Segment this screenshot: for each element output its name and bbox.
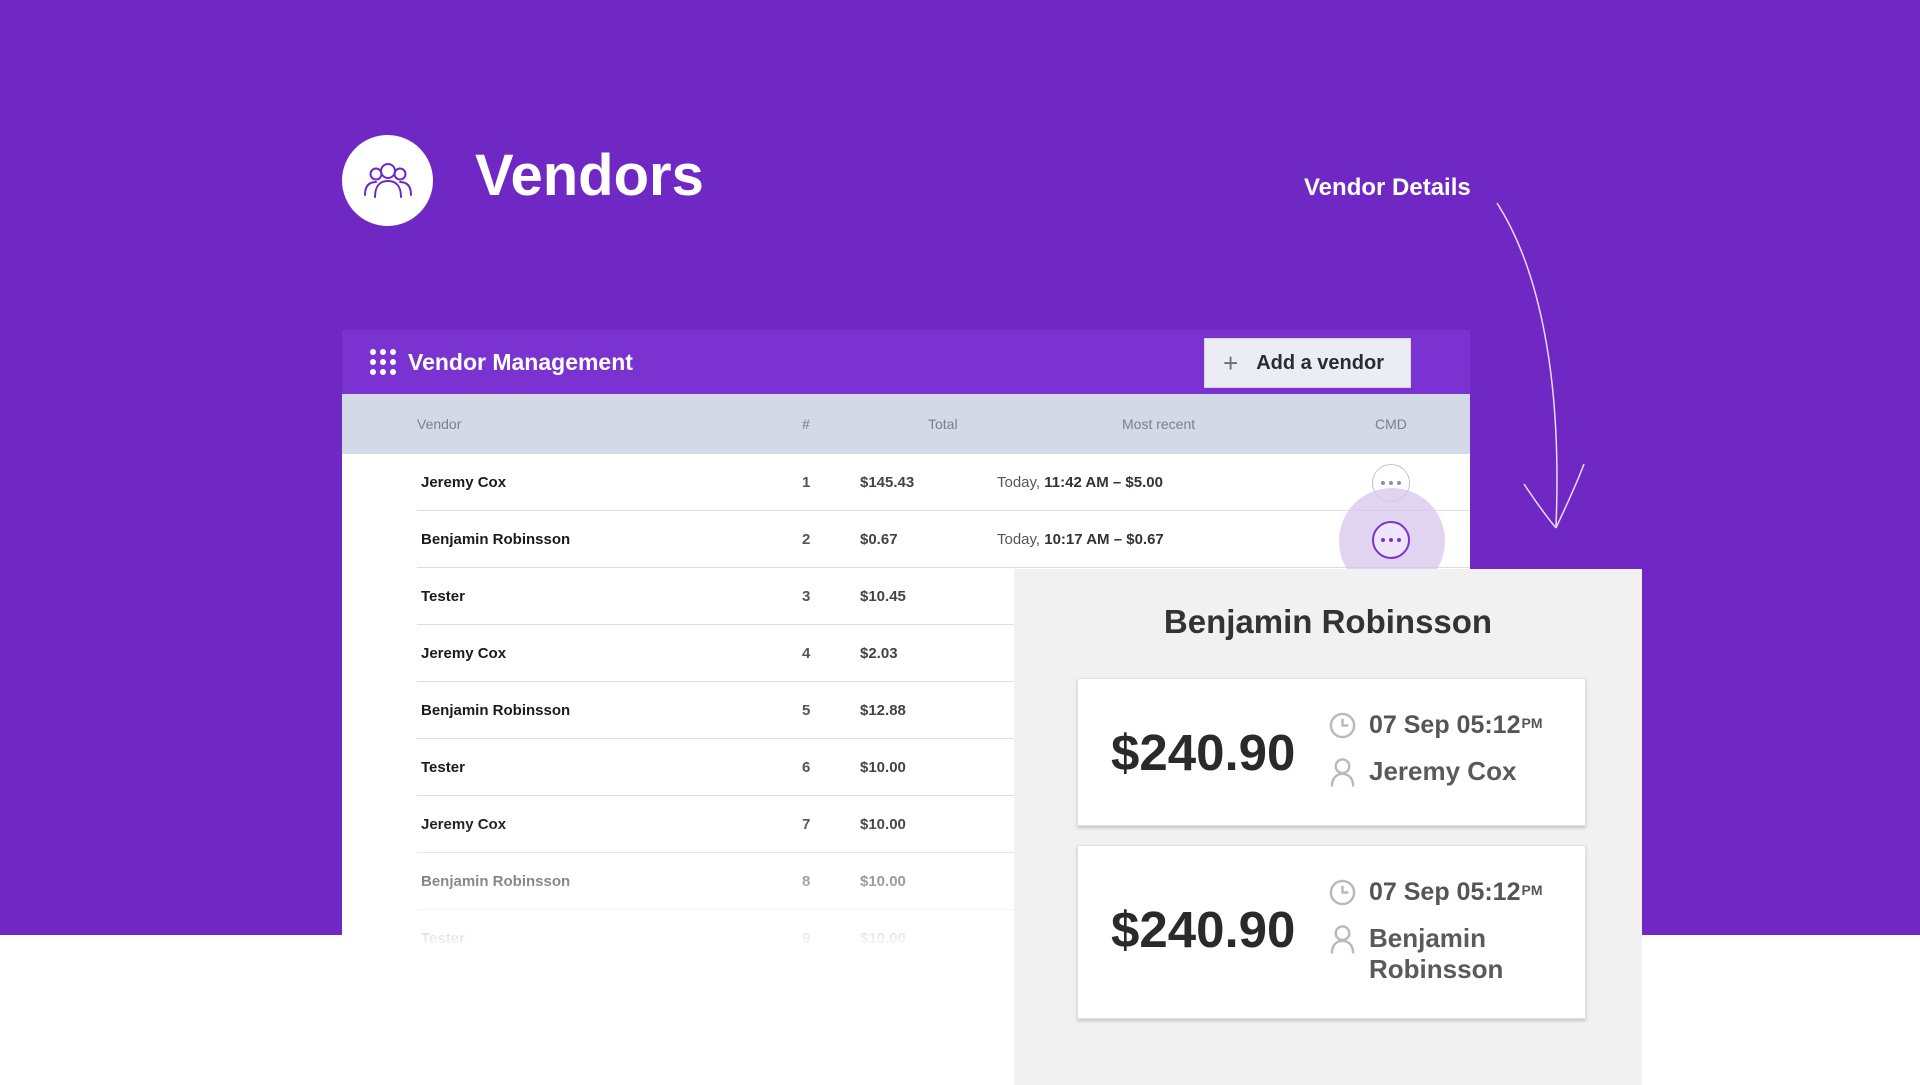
row-total: $145.43	[860, 474, 915, 491]
row-number: 2	[802, 531, 811, 548]
vendor-details-panel: Benjamin Robinsson $240.90 07 Sep 05:12P…	[1014, 569, 1642, 1085]
clock-icon	[1329, 712, 1356, 739]
transaction-amount: $240.90	[1111, 724, 1296, 781]
row-number: 7	[802, 816, 811, 833]
grid-dots-icon	[370, 349, 396, 375]
person-icon	[1330, 925, 1355, 954]
transaction-card[interactable]: $240.90 07 Sep 05:12PM Jeremy Cox	[1077, 678, 1586, 826]
row-most-recent: Today, 11:42 AM – $5.00	[997, 454, 1163, 511]
row-more-button-active[interactable]	[1372, 521, 1410, 559]
date-period: PM	[1521, 882, 1543, 898]
recent-detail: 10:17 AM – $0.67	[1044, 531, 1164, 548]
table-header: Vendor # Total Most recent CMD	[342, 394, 1470, 454]
row-total: $10.00	[860, 873, 906, 890]
person-icon	[1330, 758, 1355, 787]
vendor-name: Jeremy Cox	[421, 645, 507, 662]
more-dots-icon	[1381, 481, 1401, 485]
annotation-label: Vendor Details	[1304, 174, 1471, 201]
transaction-date: 07 Sep 05:12PM	[1369, 711, 1543, 739]
column-total[interactable]: Total	[928, 394, 958, 454]
row-number: 8	[802, 873, 811, 890]
recent-prefix: Today,	[997, 531, 1045, 548]
curved-arrow-icon	[1496, 202, 1585, 529]
vendor-name: Tester	[421, 588, 465, 605]
person-last: Robinsson	[1369, 954, 1504, 984]
column-number[interactable]: #	[802, 394, 810, 454]
vendor-name: Tester	[421, 930, 465, 947]
add-vendor-label: Add a vendor	[1256, 351, 1384, 374]
table-row[interactable]: Jeremy Cox 1 $145.43 Today, 11:42 AM – $…	[417, 454, 1470, 511]
add-vendor-button[interactable]: + Add a vendor	[1204, 338, 1411, 388]
recent-detail: 11:42 AM – $5.00	[1044, 474, 1163, 491]
vendor-name: Benjamin Robinsson	[421, 531, 571, 548]
date-text: 07 Sep 05:12	[1369, 878, 1521, 906]
row-number: 9	[802, 930, 811, 947]
users-icon	[342, 135, 433, 226]
recent-prefix: Today,	[997, 474, 1045, 491]
column-most-recent[interactable]: Most recent	[1122, 394, 1195, 454]
plus-icon: +	[1223, 348, 1239, 378]
row-total: $0.67	[860, 531, 898, 548]
transaction-date: 07 Sep 05:12PM	[1369, 878, 1543, 906]
vendor-name: Tester	[421, 759, 465, 776]
vendor-name: Jeremy Cox	[421, 816, 507, 833]
table-row[interactable]: Benjamin Robinsson 2 $0.67 Today, 10:17 …	[417, 511, 1470, 568]
transaction-card[interactable]: $240.90 07 Sep 05:12PM Benjamin Robinsson	[1077, 845, 1586, 1019]
transaction-person: Jeremy Cox	[1369, 756, 1517, 786]
row-number: 4	[802, 645, 811, 662]
transaction-meta: 07 Sep 05:12PM Jeremy Cox	[1328, 711, 1543, 788]
date-period: PM	[1521, 715, 1543, 731]
row-total: $10.45	[860, 588, 906, 605]
transaction-meta: 07 Sep 05:12PM Benjamin Robinsson	[1328, 878, 1543, 985]
row-total: $2.03	[860, 645, 898, 662]
row-total: $10.00	[860, 930, 906, 947]
panel-title: Vendor Management	[408, 348, 633, 375]
row-most-recent: Today, 10:17 AM – $0.67	[997, 511, 1164, 568]
vendor-name: Benjamin Robinsson	[421, 702, 571, 719]
vendor-name: Benjamin Robinsson	[421, 873, 571, 890]
column-vendor[interactable]: Vendor	[417, 394, 461, 454]
panel-header: Vendor Management + Add a vendor	[342, 330, 1470, 394]
vendor-name: Jeremy Cox	[421, 474, 507, 491]
column-cmd: CMD	[1375, 416, 1407, 432]
row-total: $10.00	[860, 759, 906, 776]
transaction-person: Benjamin Robinsson	[1369, 923, 1503, 985]
clock-icon	[1329, 879, 1356, 906]
page-title: Vendors	[475, 143, 704, 208]
row-total: $12.88	[860, 702, 906, 719]
row-number: 3	[802, 588, 811, 605]
row-number: 1	[802, 474, 811, 491]
row-number: 5	[802, 702, 811, 719]
row-number: 6	[802, 759, 811, 776]
person-first: Benjamin	[1369, 923, 1487, 953]
date-text: 07 Sep 05:12	[1369, 711, 1521, 739]
more-dots-icon	[1381, 538, 1401, 542]
row-total: $10.00	[860, 816, 906, 833]
transaction-amount: $240.90	[1111, 901, 1296, 958]
details-vendor-name: Benjamin Robinsson	[1163, 603, 1493, 640]
